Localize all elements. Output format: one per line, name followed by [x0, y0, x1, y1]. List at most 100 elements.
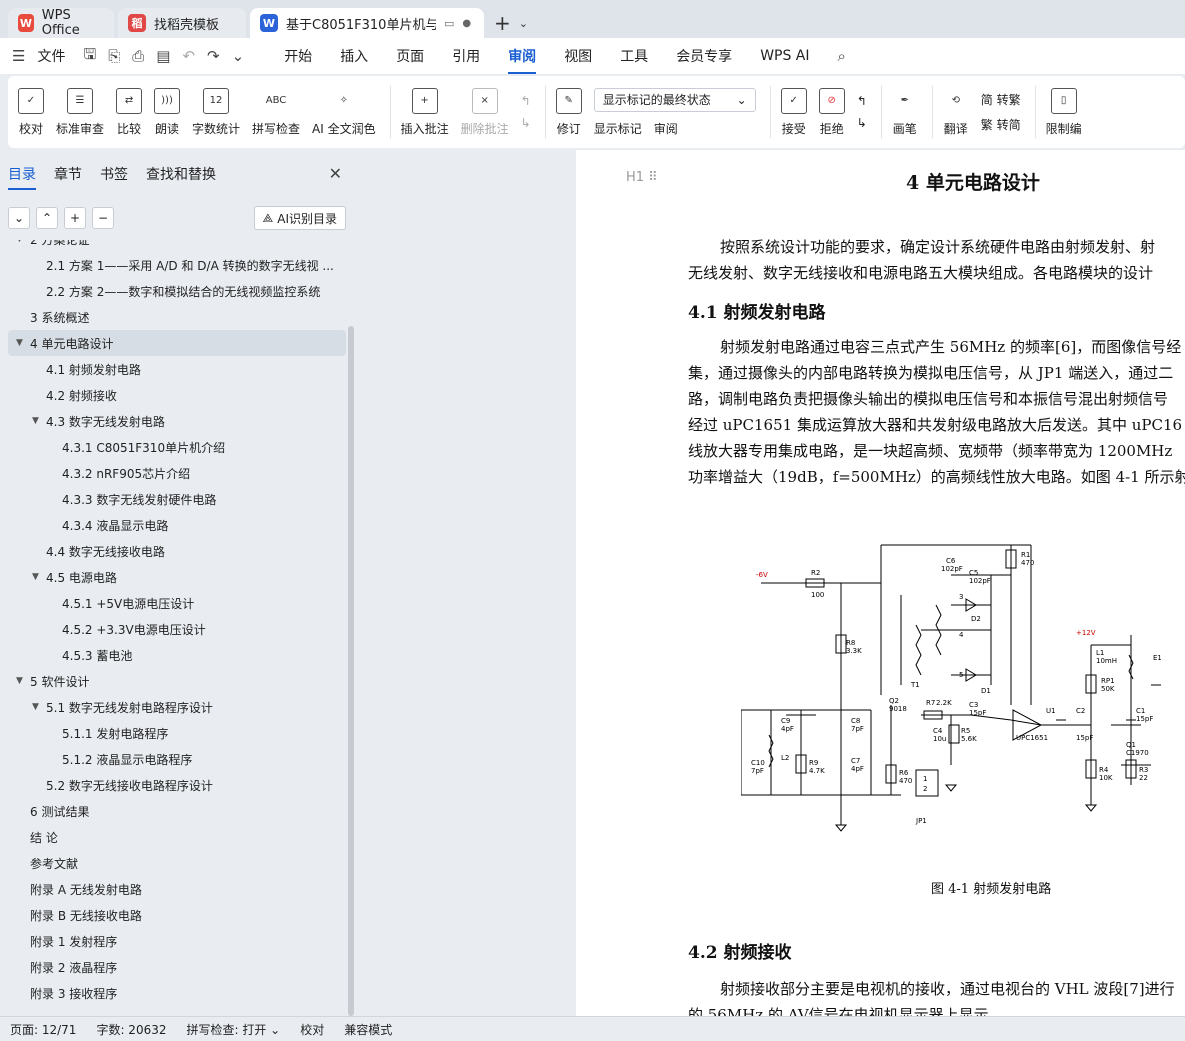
proofread-button[interactable]: ✓ 校对 — [18, 87, 44, 137]
tab-chapters[interactable]: 章节 — [54, 164, 82, 190]
toc-item[interactable]: 4.2 射频接收 — [8, 382, 346, 408]
tab-dot-icon[interactable]: ● — [462, 18, 471, 29]
expand-caret-icon[interactable]: ▼ — [32, 572, 46, 582]
menu-wps-ai[interactable]: WPS AI — [760, 48, 809, 64]
toc-item[interactable]: 4.3.3 数字无线发射硬件电路 — [8, 486, 346, 512]
toc-item[interactable]: 6 测试结果 — [8, 798, 346, 824]
toc-item[interactable]: 4.1 射频发射电路 — [8, 356, 346, 382]
toc-item[interactable]: 结 论 — [8, 824, 346, 850]
toc-item[interactable]: ▼ 4 单元电路设计 — [8, 330, 346, 356]
ai-toc-button[interactable]: ⟁ AI识别目录 — [253, 206, 346, 230]
collapse-down-icon[interactable]: ⌄ — [8, 207, 30, 229]
toc-item[interactable]: 4.5.3 蓄电池 — [8, 642, 346, 668]
menu-member[interactable]: 会员专享 — [676, 46, 732, 66]
toc-item[interactable]: 4.3.1 C8051F310单片机介绍 — [8, 434, 346, 460]
tab-bookmarks[interactable]: 书签 — [100, 164, 128, 190]
toc-item[interactable]: ▼ 4.3 数字无线发射电路 — [8, 408, 346, 434]
toc-item[interactable]: 4.3.2 nRF905芯片介绍 — [8, 460, 346, 486]
accept-button[interactable]: ✓ 接受 — [780, 87, 807, 137]
menu-page[interactable]: 页面 — [396, 46, 424, 66]
toc-item[interactable]: 5.1.2 液晶显示电路程序 — [8, 746, 346, 772]
tab-find-replace[interactable]: 查找和替换 — [146, 164, 216, 190]
toc-item[interactable]: 4.4 数字无线接收电路 — [8, 538, 346, 564]
word-count[interactable]: 字数: 20632 — [96, 1021, 166, 1038]
menu-start[interactable]: 开始 — [284, 46, 312, 66]
close-icon[interactable]: ✕ — [329, 164, 342, 183]
expand-caret-icon[interactable]: ▼ — [16, 338, 30, 348]
toc-item[interactable]: 附录 1 发射程序 — [8, 928, 346, 954]
translate-button[interactable]: ⟲ 翻译 — [943, 88, 969, 137]
insert-comment-button[interactable]: + 插入批注 — [401, 87, 449, 137]
search-icon[interactable]: ⌕ — [838, 47, 846, 65]
expand-up-icon[interactable]: ⌃ — [36, 207, 58, 229]
print-icon[interactable]: ⎙ — [132, 47, 144, 65]
menu-view[interactable]: 视图 — [564, 46, 592, 66]
expand-caret-icon[interactable]: ▼ — [16, 676, 30, 686]
toc-item[interactable]: 附录 3 接收程序 — [8, 980, 346, 1006]
toc-item[interactable]: 2.1 方案 1——采用 A/D 和 D/A 转换的数字无线视 ... — [8, 252, 346, 278]
tab-wps-office[interactable]: W WPS Office — [8, 8, 114, 38]
expand-caret-icon[interactable]: ▼ — [32, 416, 46, 426]
menu-tools[interactable]: 工具 — [620, 46, 648, 66]
previous-comment-icon[interactable]: ↰ — [521, 94, 531, 108]
print-preview-icon[interactable]: ▤ — [156, 47, 170, 65]
expand-caret-icon[interactable]: ▼ — [16, 240, 30, 244]
word-count-button[interactable]: 12 字数统计 — [192, 87, 240, 137]
add-level-icon[interactable]: + — [64, 207, 86, 229]
expand-caret-icon[interactable]: ▼ — [32, 702, 46, 712]
next-comment-icon[interactable]: ↳ — [521, 116, 531, 130]
toc-item[interactable]: 参考文献 — [8, 850, 346, 876]
markup-state-select[interactable]: 显示标记的最终状态 ⌄ — [593, 87, 756, 112]
new-tab-icon[interactable]: + — [494, 11, 511, 35]
undo-icon[interactable]: ↶ — [182, 47, 195, 65]
pen-button[interactable]: ✒ 画笔 — [892, 88, 918, 137]
toc-item[interactable]: 4.3.4 液晶显示电路 — [8, 512, 346, 538]
to-traditional-button[interactable]: 简 转繁 — [981, 91, 1021, 108]
menu-file[interactable]: 文件 — [37, 46, 65, 66]
toc-item[interactable]: 3 系统概述 — [8, 304, 346, 330]
previous-change-icon[interactable]: ↰ — [857, 94, 867, 108]
hamburger-icon[interactable]: ☰ — [12, 47, 25, 65]
read-aloud-button[interactable]: ))) 朗读 — [154, 87, 181, 137]
spell-check-button[interactable]: ABC 拼写检查 — [252, 88, 300, 137]
toc-item[interactable]: 4.5.2 +3.3V电源电压设计 — [8, 616, 346, 642]
page-indicator[interactable]: 页面: 12/71 — [10, 1021, 76, 1038]
tab-docer-templates[interactable]: 稻 找稻壳模板 — [118, 8, 246, 38]
toc-item[interactable]: 附录 2 液晶程序 — [8, 954, 346, 980]
restrict-editing-button[interactable]: ▯ 限制编 — [1046, 87, 1082, 137]
remove-level-icon[interactable]: − — [92, 207, 114, 229]
ai-polish-button[interactable]: ✧ AI 全文润色 — [312, 88, 376, 137]
next-change-icon[interactable]: ↳ — [857, 116, 867, 130]
more-chevron-icon[interactable]: ⌄ — [232, 47, 245, 65]
toc-item[interactable]: 附录 A 无线发射电路 — [8, 876, 346, 902]
save-icon[interactable]: 🖫 — [83, 44, 96, 69]
compare-button[interactable]: ⇄ 比较 — [116, 87, 143, 137]
reviewing-pane-dropdown[interactable]: 审阅 — [654, 120, 678, 137]
toc-item[interactable]: 2.2 方案 2——数字和模拟结合的无线视频监控系统 — [8, 278, 346, 304]
menu-review[interactable]: 审阅 — [508, 46, 537, 74]
toc-item[interactable]: 5.2 数字无线接收电路程序设计 — [8, 772, 346, 798]
toc-scrollbar[interactable] — [348, 326, 354, 1016]
toc-item[interactable]: ▼ 5.1 数字无线发射电路程序设计 — [8, 694, 346, 720]
to-simplified-button[interactable]: 繁 转简 — [981, 116, 1021, 133]
toc-item[interactable]: ▼2 方案论证 — [8, 240, 346, 252]
proofread-status[interactable]: 校对 — [300, 1021, 324, 1038]
toc-item[interactable]: ▼ 5 软件设计 — [8, 668, 346, 694]
heading-marker-icon[interactable]: H1 ⠿ — [626, 170, 658, 185]
toc-item[interactable]: 附录 B 无线接收电路 — [8, 902, 346, 928]
tab-toc[interactable]: 目录 — [8, 164, 36, 190]
toc-item[interactable]: ▼ 4.5 电源电路 — [8, 564, 346, 590]
redo-icon[interactable]: ↷ — [207, 47, 220, 65]
export-icon[interactable]: ⎘ — [108, 47, 120, 65]
reject-button[interactable]: ⊘ 拒绝 — [818, 87, 845, 137]
track-changes-button[interactable]: ✎ 修订 — [555, 87, 582, 137]
menu-insert[interactable]: 插入 — [340, 46, 368, 66]
spell-check-status[interactable]: 拼写检查: 打开 ⌄ — [187, 1021, 281, 1038]
toc-item[interactable]: 4.5.1 +5V电源电压设计 — [8, 590, 346, 616]
show-markup-dropdown[interactable]: 显示标记 — [594, 120, 642, 137]
tab-document[interactable]: W 基于C8051F310单片机与nRF ▭ ● — [250, 8, 484, 38]
menu-reference[interactable]: 引用 — [452, 46, 480, 66]
toc-item[interactable]: 5.1.1 发射电路程序 — [8, 720, 346, 746]
chevron-down-icon[interactable]: ⌄ — [519, 17, 528, 30]
delete-comment-button[interactable]: × 删除批注 — [461, 87, 509, 137]
